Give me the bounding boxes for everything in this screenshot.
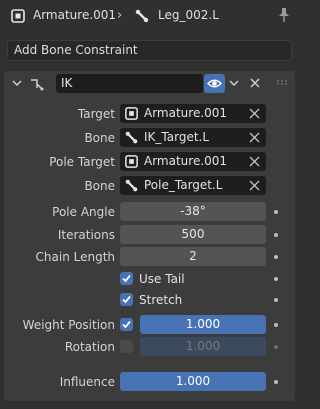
stretch-row: Stretch <box>4 290 295 310</box>
bone-icon <box>135 9 149 23</box>
influence-row: Influence 1.000 <box>4 372 295 392</box>
iterations-label: Iterations <box>57 228 115 242</box>
bone-name[interactable]: Leg_002.L <box>158 8 219 22</box>
ik-constraint-icon <box>31 79 44 91</box>
bone-icon <box>125 179 138 192</box>
chain-length-row: Chain Length 2 <box>4 247 295 267</box>
pole-bone-row: Bone Pole_Target.L <box>4 176 295 196</box>
weight-position-slider[interactable]: 1.000 <box>140 315 266 334</box>
bone-field[interactable]: IK_Target.L <box>120 128 266 147</box>
armature-icon <box>125 107 138 120</box>
eye-icon <box>207 79 222 88</box>
keyframe-dot-icon[interactable] <box>274 233 278 237</box>
pole-angle-label: Pole Angle <box>52 205 115 219</box>
target-label: Target <box>77 107 115 121</box>
use-tail-row: Use Tail <box>4 269 295 289</box>
chevron-right-icon: › <box>117 8 123 23</box>
chevron-down-icon[interactable] <box>227 76 241 90</box>
checkmark-icon <box>122 320 131 329</box>
target-field[interactable]: Armature.001 <box>120 104 266 123</box>
stretch-checkbox[interactable] <box>120 293 133 306</box>
close-icon[interactable] <box>249 77 261 89</box>
ik-constraint-panel: IK Target Armature.001 Bone IK_Target.L … <box>4 71 295 401</box>
close-icon[interactable] <box>249 132 260 143</box>
keyframe-dot-icon[interactable] <box>274 323 278 327</box>
drag-handle-icon[interactable] <box>276 79 288 89</box>
pole-angle-input[interactable]: -38° <box>120 202 266 221</box>
weight-position-row: Weight Position 1.000 <box>4 315 295 335</box>
armature-icon <box>11 9 25 23</box>
checkmark-icon <box>122 295 131 304</box>
close-icon[interactable] <box>249 108 260 119</box>
pole-target-row: Pole Target Armature.001 <box>4 152 295 172</box>
armature-icon <box>125 155 138 168</box>
bone-value: IK_Target.L <box>144 130 210 144</box>
target-row: Target Armature.001 <box>4 104 295 124</box>
bone-row: Bone IK_Target.L <box>4 128 295 148</box>
pole-target-value: Armature.001 <box>144 154 228 168</box>
pole-target-label: Pole Target <box>49 155 115 169</box>
keyframe-dot-icon[interactable] <box>274 380 278 384</box>
bone-icon <box>125 131 138 144</box>
use-tail-checkbox[interactable] <box>120 272 133 285</box>
keyframe-dot-icon[interactable] <box>274 277 278 281</box>
checkmark-icon <box>122 274 131 283</box>
pole-bone-field[interactable]: Pole_Target.L <box>120 176 266 195</box>
keyframe-dot-icon[interactable] <box>274 255 278 259</box>
close-icon[interactable] <box>249 156 260 167</box>
iterations-row: Iterations 500 <box>4 225 295 245</box>
visibility-toggle[interactable] <box>204 74 225 93</box>
chain-length-input[interactable]: 2 <box>120 247 266 266</box>
keyframe-dot-icon[interactable] <box>274 345 278 349</box>
pole-target-field[interactable]: Armature.001 <box>120 152 266 171</box>
bone-label: Bone <box>84 131 115 145</box>
chevron-down-icon[interactable] <box>11 77 23 89</box>
pole-bone-label: Bone <box>84 179 115 193</box>
armature-name[interactable]: Armature.001 <box>33 8 116 22</box>
rotation-slider[interactable]: 1.000 <box>140 337 266 356</box>
properties-header: Armature.001 › Leg_002.L <box>0 0 299 32</box>
iterations-input[interactable]: 500 <box>120 225 266 244</box>
keyframe-dot-icon[interactable] <box>274 210 278 214</box>
rotation-row: Rotation 1.000 <box>4 337 295 357</box>
panel-header: IK <box>4 71 295 97</box>
rotation-label: Rotation <box>64 340 115 354</box>
constraint-name-input[interactable]: IK <box>56 74 203 93</box>
add-bone-constraint-button[interactable]: Add Bone Constraint <box>7 40 292 61</box>
keyframe-dot-icon[interactable] <box>274 298 278 302</box>
target-value: Armature.001 <box>144 106 228 120</box>
chain-length-label: Chain Length <box>35 250 115 264</box>
stretch-label[interactable]: Stretch <box>139 290 182 310</box>
pole-bone-value: Pole_Target.L <box>144 178 223 192</box>
influence-slider[interactable]: 1.000 <box>120 372 266 391</box>
weight-position-label: Weight Position <box>22 318 115 332</box>
rotation-checkbox[interactable] <box>120 340 133 353</box>
close-icon[interactable] <box>249 180 260 191</box>
pin-icon[interactable] <box>277 7 291 23</box>
use-tail-label[interactable]: Use Tail <box>139 269 185 289</box>
pole-angle-row: Pole Angle -38° <box>4 202 295 222</box>
weight-position-checkbox[interactable] <box>120 318 133 331</box>
influence-label: Influence <box>59 375 115 389</box>
